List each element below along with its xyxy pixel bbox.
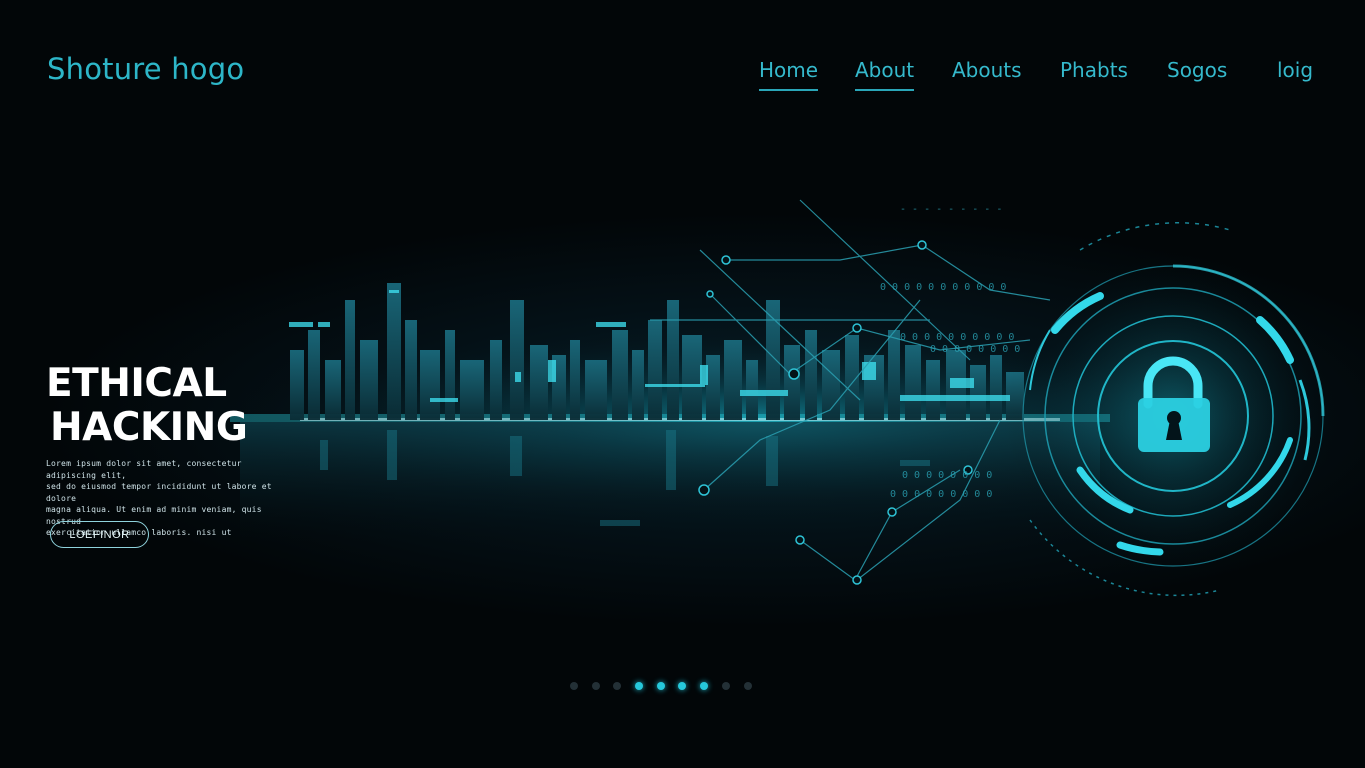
nav-loig[interactable]: loig: [1277, 58, 1313, 89]
landing-page: - - - - - - - - - 0 0 0 0 0 0 0 0 0 0 0 …: [0, 0, 1365, 768]
svg-text:- - - - - - - - -: - - - - - - - - -: [900, 204, 1002, 215]
carousel-dot[interactable]: [613, 682, 622, 690]
svg-text:0 0 0 0 0 0 0 0 0 0 0: 0 0 0 0 0 0 0 0 0 0 0: [880, 282, 1006, 293]
hero-description-line: Lorem ipsum dolor sit amet, consectetur …: [46, 459, 242, 480]
svg-text:0 0 0 0 0 0 0 0: 0 0 0 0 0 0 0 0: [930, 344, 1020, 355]
nav-home[interactable]: Home: [759, 58, 819, 91]
carousel-pagination: [570, 682, 752, 690]
site-header: Shoture hogo Home About Abouts Phabts So…: [0, 0, 1365, 140]
hero-title: ETHICAL HACKING: [46, 362, 306, 450]
carousel-dot[interactable]: [591, 682, 600, 690]
hero-title-line2: HACKING: [50, 405, 248, 450]
svg-text:0 0 0 0 0 0 0 0: 0 0 0 0 0 0 0 0: [902, 470, 992, 481]
hero-title-line1: ETHICAL: [46, 361, 227, 406]
main-nav: Home About Abouts Phabts Sogos loig: [0, 58, 1365, 98]
nav-about[interactable]: About: [855, 58, 915, 91]
carousel-dot[interactable]: [678, 682, 687, 690]
carousel-dot[interactable]: [570, 682, 578, 690]
carousel-dot[interactable]: [743, 682, 752, 690]
nav-abouts[interactable]: Abouts: [952, 58, 1022, 89]
hero-description-line: sed do eiusmod tempor incididunt ut labo…: [46, 482, 272, 503]
nav-sogos[interactable]: Sogos: [1167, 58, 1227, 89]
carousel-dot[interactable]: [721, 682, 730, 690]
svg-text:0 0 0 0 0 0 0 0 0 0: 0 0 0 0 0 0 0 0 0 0: [900, 332, 1014, 343]
nav-phabts[interactable]: Phabts: [1060, 58, 1128, 89]
carousel-dot[interactable]: [700, 682, 709, 690]
cta-button[interactable]: LOEFINOR: [50, 521, 149, 548]
svg-text:0 0 0 0 0 0 0 0 0: 0 0 0 0 0 0 0 0 0: [890, 489, 992, 500]
hero-copy: ETHICAL HACKING Lorem ipsum dolor sit am…: [46, 362, 306, 539]
carousel-dot[interactable]: [656, 682, 665, 690]
carousel-dot[interactable]: [635, 682, 644, 690]
